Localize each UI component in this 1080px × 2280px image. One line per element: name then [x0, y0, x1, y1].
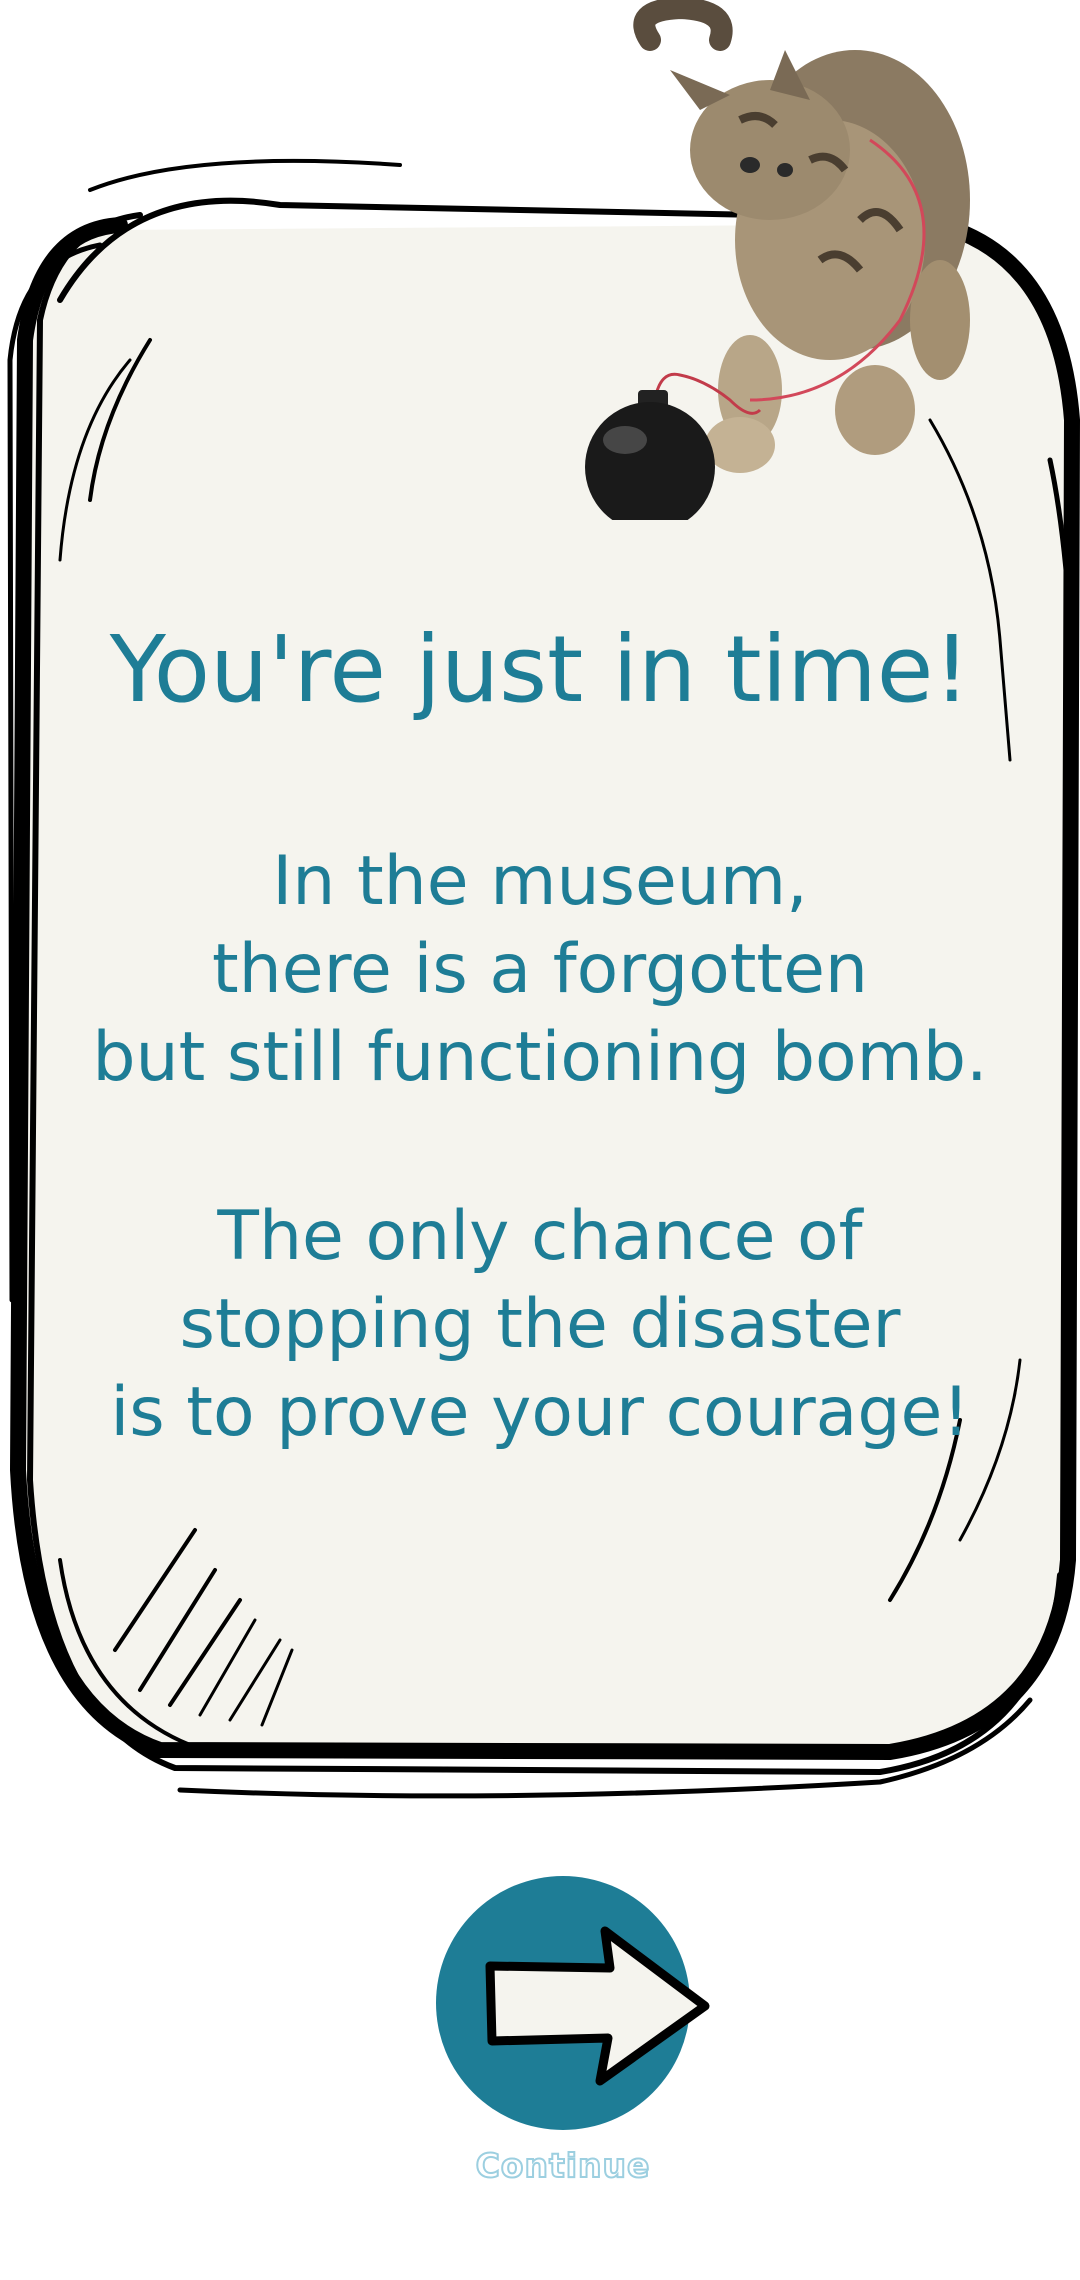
continue-label[interactable]: Continue	[380, 2145, 746, 2186]
mission-line: stopping the disaster	[179, 1285, 901, 1364]
mission-line: The only chance of	[217, 1197, 863, 1276]
intro-line: there is a forgotten	[211, 930, 869, 1009]
mission-paragraph: The only chance of stopping the disaster…	[60, 1193, 1020, 1457]
intro-line: but still functioning bomb.	[92, 1018, 988, 1097]
card-title: You're just in time!	[109, 616, 971, 723]
mission-line: is to prove your courage!	[110, 1373, 970, 1452]
continue-button[interactable]	[436, 1876, 710, 2130]
arrow-right-icon	[485, 1926, 710, 2086]
kitten-with-bomb-illustration	[585, 0, 970, 520]
kitten-image	[633, 0, 970, 473]
intro-line: In the museum,	[272, 842, 808, 921]
intro-paragraph: In the museum, there is a forgotten but …	[60, 838, 1020, 1102]
